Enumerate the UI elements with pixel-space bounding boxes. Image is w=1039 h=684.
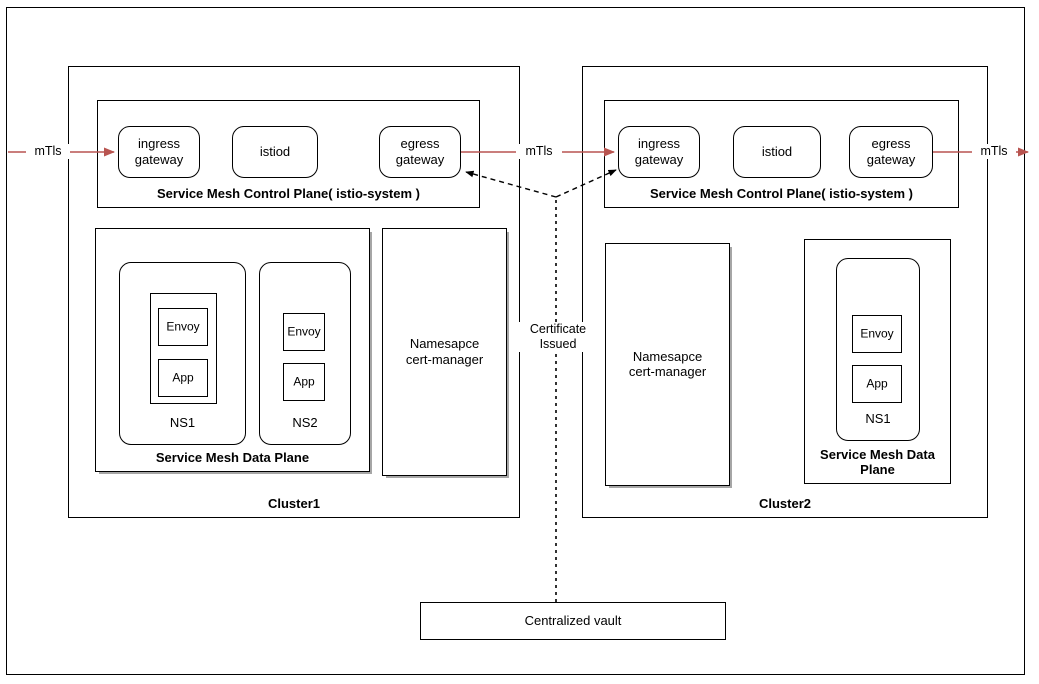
centralized-vault-label: Centralized vault (524, 613, 622, 629)
cluster1-ns2-app[interactable]: App (283, 363, 325, 401)
certificate-issued-label: Certificate Issued (519, 322, 597, 352)
cluster1-ns2-label: NS2 (292, 415, 318, 430)
cluster1-ns1-app-label: App (172, 370, 194, 385)
cluster1-ns2-envoy-label: Envoy (287, 324, 321, 339)
cluster1-egress-gateway-label: egress gateway (395, 136, 445, 167)
cluster2-ns1-app-label: App (866, 376, 888, 391)
mtls-label-right: mTls (972, 144, 1016, 159)
cluster2-ingress-gateway[interactable]: ingress gateway (618, 126, 700, 178)
cluster2-label: Cluster2 (758, 496, 812, 511)
cluster2-egress-gateway-label: egress gateway (866, 136, 916, 167)
cluster1-ns1-app[interactable]: App (158, 359, 208, 397)
cluster1-istiod[interactable]: istiod (232, 126, 318, 178)
cluster1-egress-gateway[interactable]: egress gateway (379, 126, 461, 178)
cluster1-ingress-gateway-label: ingress gateway (134, 136, 184, 167)
cluster1-control-plane-label: Service Mesh Control Plane( istio-system… (157, 186, 420, 201)
centralized-vault[interactable]: Centralized vault (420, 602, 726, 640)
cluster2-control-plane-label: Service Mesh Control Plane( istio-system… (650, 186, 913, 201)
mtls-label-left: mTls (26, 144, 70, 159)
cluster1-ns2-envoy[interactable]: Envoy (283, 313, 325, 351)
cluster1-label: Cluster1 (267, 496, 321, 511)
cluster1-ns2[interactable]: NS2 (259, 262, 351, 445)
cluster1-ns2-app-label: App (293, 374, 315, 389)
cluster1-istiod-label: istiod (259, 144, 291, 160)
cluster2-ns1-app[interactable]: App (852, 365, 902, 403)
cluster2-data-plane-label: Service Mesh Data Plane (820, 447, 935, 477)
cluster2-istiod[interactable]: istiod (733, 126, 821, 178)
cluster2-istiod-label: istiod (761, 144, 793, 160)
mtls-label-middle: mTls (516, 144, 562, 159)
cluster1-ns1-envoy-label: Envoy (166, 319, 200, 334)
cluster2-ns1-label: NS1 (865, 411, 891, 426)
cluster1-ingress-gateway[interactable]: ingress gateway (118, 126, 200, 178)
cluster1-cert-manager-label: Namesapce cert-manager (405, 336, 484, 367)
cluster2-ingress-gateway-label: ingress gateway (634, 136, 684, 167)
cluster2-cert-manager-namespace[interactable]: Namesapce cert-manager (605, 243, 730, 486)
diagram-canvas: Cluster1 Service Mesh Control Plane( ist… (0, 0, 1039, 684)
cluster1-cert-manager-namespace[interactable]: Namesapce cert-manager (382, 228, 507, 476)
cluster1-data-plane-label: Service Mesh Data Plane (155, 450, 310, 465)
cluster2-cert-manager-label: Namesapce cert-manager (628, 348, 707, 380)
cluster1-ns1-label: NS1 (169, 415, 196, 430)
cluster2-egress-gateway[interactable]: egress gateway (849, 126, 933, 178)
cluster1-ns1-envoy[interactable]: Envoy (158, 308, 208, 346)
cluster2-ns1-envoy[interactable]: Envoy (852, 315, 902, 353)
cluster2-ns1-envoy-label: Envoy (860, 326, 894, 341)
